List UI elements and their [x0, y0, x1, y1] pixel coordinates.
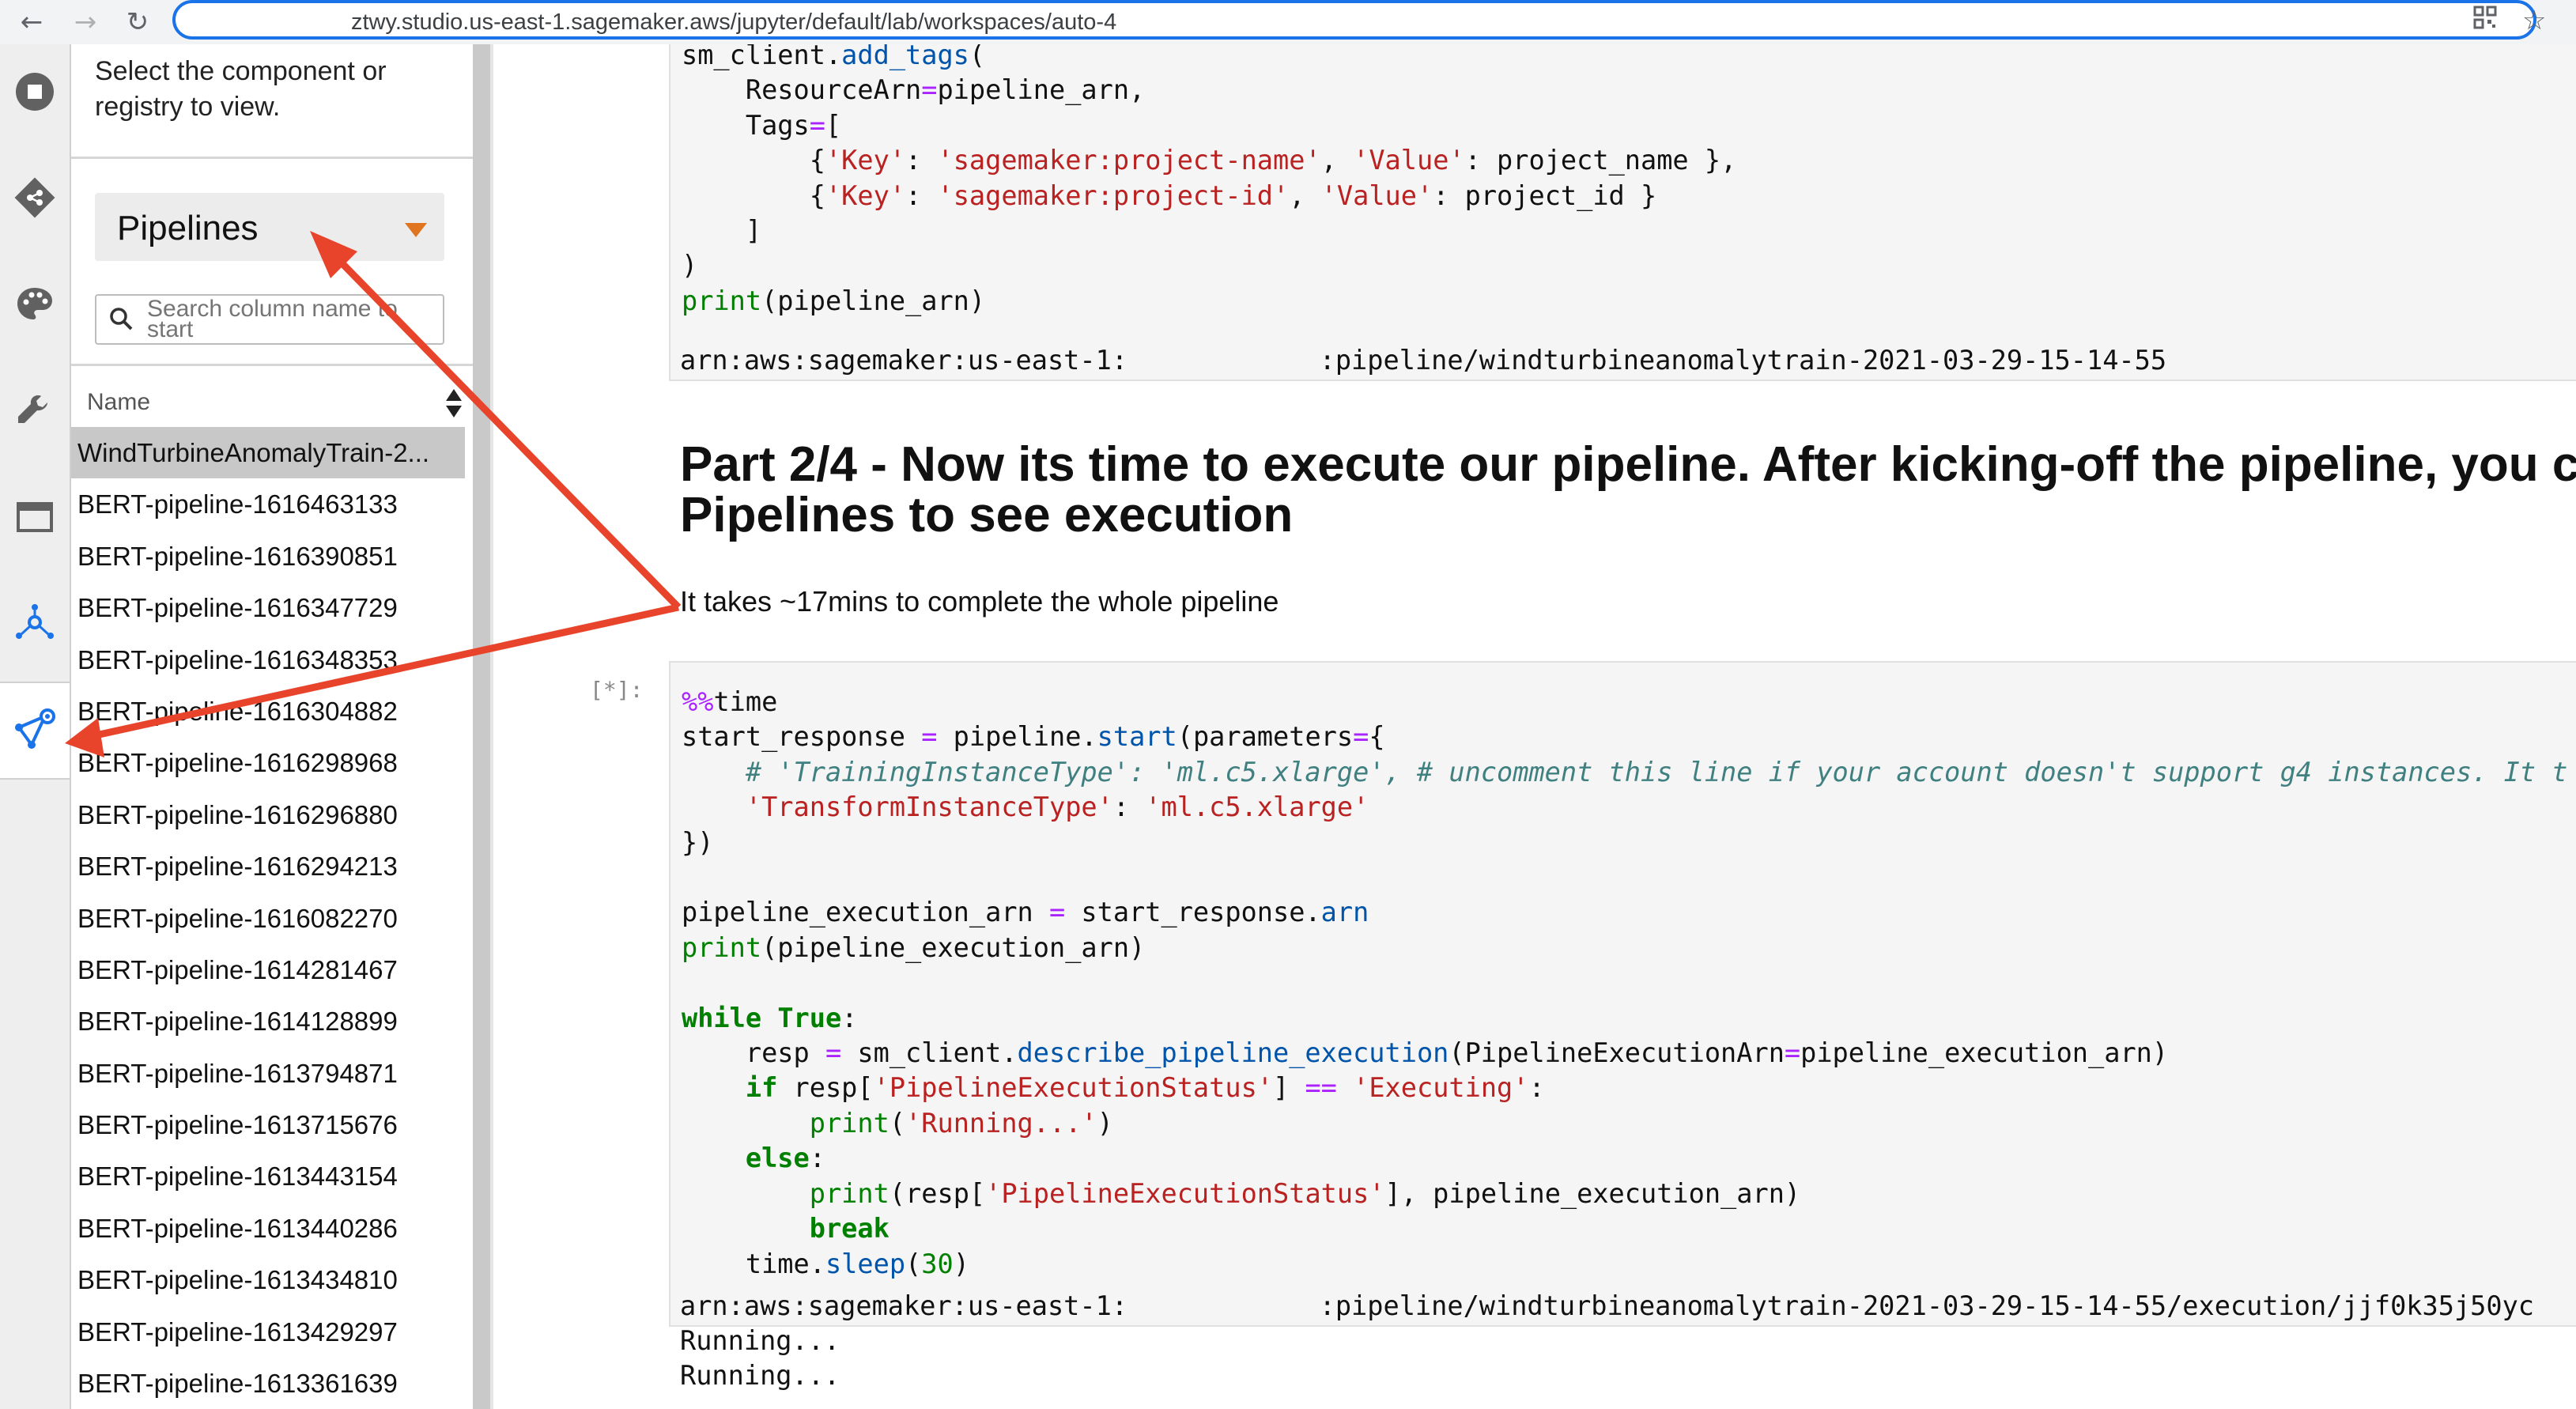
cell-output-line: Running...	[680, 1325, 840, 1356]
url-text: ztwy.studio.us-east-1.sagemaker.aws/jupy…	[351, 9, 1117, 35]
search-box[interactable]	[95, 294, 444, 345]
sidebar-panel: Select the component or registry to view…	[71, 44, 473, 1409]
pipeline-list-item[interactable]: BERT-pipeline-1616304882	[71, 686, 465, 737]
pipelines-icon[interactable]	[0, 682, 70, 780]
markdown-text: It takes ~17mins to complete the whole p…	[680, 585, 1279, 618]
code-cell-running[interactable]: %%time start_response = pipeline.start(p…	[669, 661, 2576, 1327]
pipeline-list-item[interactable]: BERT-pipeline-1616298968	[71, 737, 465, 788]
select-component-prompt: Select the component or registry to view…	[95, 56, 387, 122]
reload-icon[interactable]: ↻	[119, 3, 157, 41]
tabs-window-icon[interactable]	[0, 470, 70, 565]
cell-execution-prompt: [*]:	[590, 677, 644, 703]
browser-toolbar: ← → ↻ ztwy.studio.us-east-1.sagemaker.aw…	[0, 0, 2576, 44]
pipeline-list: WindTurbineAnomalyTrain-2... BERT-pipelin…	[71, 427, 473, 1409]
pipeline-list-item[interactable]: BERT-pipeline-1613361639	[71, 1358, 465, 1409]
git-icon[interactable]	[0, 150, 70, 245]
activity-bar	[0, 44, 71, 1409]
search-input[interactable]	[147, 299, 432, 343]
pipeline-list-item[interactable]: BERT-pipeline-1614281467	[71, 944, 465, 995]
sidebar-scrollbar[interactable]	[473, 44, 490, 1409]
pipeline-list-item[interactable]: BERT-pipeline-1614128899	[71, 995, 465, 1047]
name-column-header[interactable]: Name	[71, 378, 473, 427]
cell-output-line: arn:aws:sagemaker:us-east-1: :pipeline/w…	[680, 1290, 2535, 1321]
pipeline-list-item[interactable]: BERT-pipeline-1613434810	[71, 1254, 465, 1305]
back-arrow-icon[interactable]: ←	[13, 3, 51, 41]
pipeline-list-item[interactable]: BERT-pipeline-1616347729	[71, 582, 465, 633]
component-select-value: Pipelines	[117, 209, 259, 247]
chevron-down-icon	[405, 223, 427, 237]
pipeline-list-item[interactable]: BERT-pipeline-1616082270	[71, 893, 465, 944]
pipeline-list-item[interactable]: BERT-pipeline-1613443154	[71, 1150, 465, 1202]
pipeline-list-item[interactable]: BERT-pipeline-1613715676	[71, 1099, 465, 1150]
palette-icon[interactable]	[0, 256, 70, 351]
cell-output-line: Running...	[680, 1360, 840, 1391]
code-cell[interactable]: sm_client.add_tags( ResourceArn=pipeline…	[669, 44, 2576, 381]
heading-line: Part 2/4 - Now its time to execute our p…	[680, 437, 2576, 492]
heading-line: Pipelines to see execution	[680, 488, 1294, 542]
markdown-heading: Part 2/4 - Now its time to execute our p…	[680, 440, 2576, 541]
component-select[interactable]: Pipelines	[95, 193, 444, 261]
pipeline-list-item[interactable]: BERT-pipeline-1616463133	[71, 478, 465, 530]
wrench-icon[interactable]	[0, 364, 70, 459]
bookmark-star-icon[interactable]: ☆	[2522, 5, 2546, 36]
pipeline-list-item[interactable]: BERT-pipeline-1613794871	[71, 1048, 465, 1099]
pipeline-list-item[interactable]: BERT-pipeline-1616390851	[71, 531, 465, 582]
running-terminals-icon[interactable]	[0, 44, 70, 139]
pipeline-list-item[interactable]: BERT-pipeline-1613429297	[71, 1306, 465, 1358]
divider	[71, 157, 473, 159]
search-icon	[106, 302, 138, 338]
code-content: sm_client.add_tags( ResourceArn=pipeline…	[682, 44, 1737, 316]
pipeline-list-item[interactable]: WindTurbineAnomalyTrain-2...	[71, 427, 465, 479]
pipeline-list-item[interactable]: BERT-pipeline-1616294213	[71, 840, 465, 892]
cell-output: arn:aws:sagemaker:us-east-1: :pipeline/w…	[680, 345, 2167, 376]
pipeline-list-item[interactable]: BERT-pipeline-1616296880	[71, 789, 465, 840]
sagemaker-components-icon[interactable]	[0, 576, 70, 671]
pipeline-list-item[interactable]: BERT-pipeline-1613440286	[71, 1203, 465, 1254]
qr-code-icon[interactable]	[2473, 5, 2497, 36]
divider	[71, 364, 473, 366]
forward-arrow-icon[interactable]: →	[66, 3, 104, 41]
column-header-label: Name	[87, 389, 151, 415]
pipeline-list-item[interactable]: BERT-pipeline-1616348353	[71, 634, 465, 686]
code-content: %%time start_response = pipeline.start(p…	[682, 686, 2568, 1279]
notebook-area: sm_client.add_tags( ResourceArn=pipeline…	[493, 44, 2576, 1409]
sort-icon[interactable]	[444, 387, 463, 423]
address-bar[interactable]: ztwy.studio.us-east-1.sagemaker.aws/jupy…	[172, 0, 2536, 40]
